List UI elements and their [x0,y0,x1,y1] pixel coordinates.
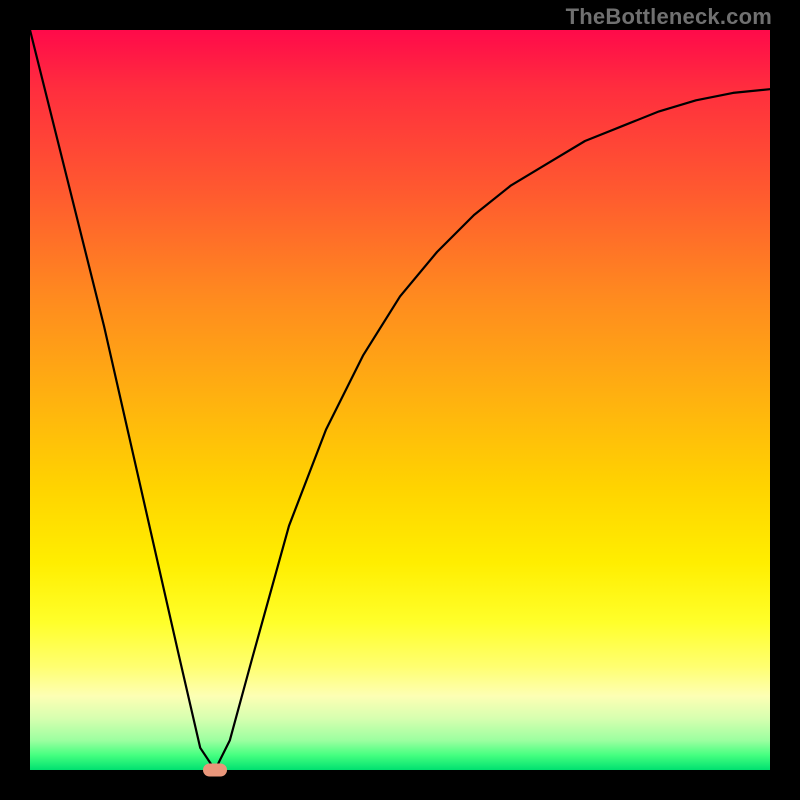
watermark-text: TheBottleneck.com [566,4,772,30]
plot-area [30,30,770,770]
bottleneck-curve [30,30,770,770]
chart-frame: TheBottleneck.com [0,0,800,800]
optimum-marker [203,764,227,777]
